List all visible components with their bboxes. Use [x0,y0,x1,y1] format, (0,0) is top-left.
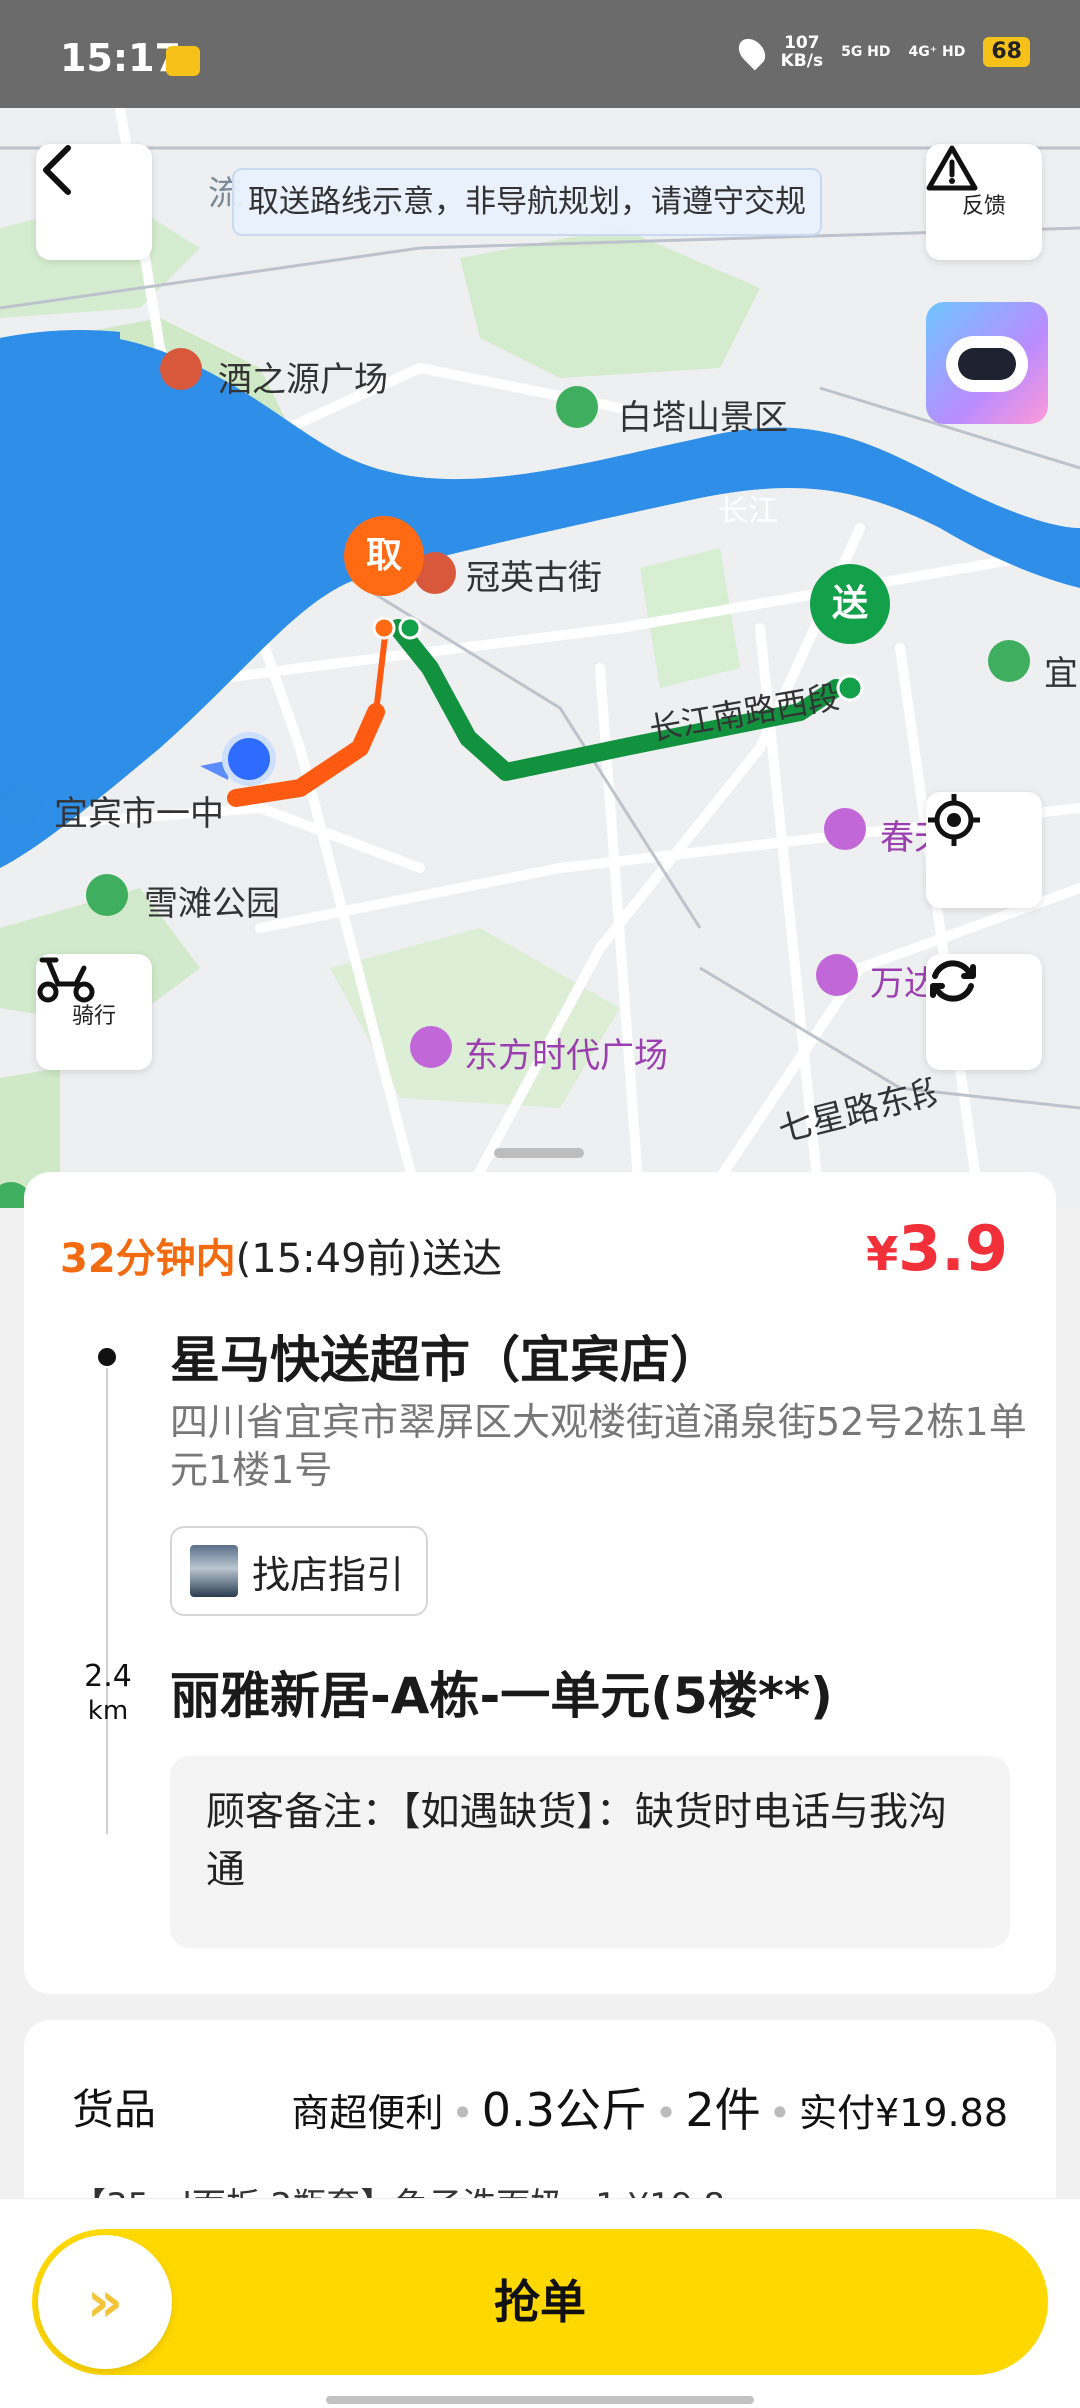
pickup-dot [98,1348,116,1366]
goods-weight: 0.3公斤 [481,2083,647,2137]
poi-icon-yizhong [0,784,42,826]
map-label-yi: 宜 [1044,654,1078,694]
poi-icon-dongfang [410,1026,452,1068]
poi-icon-wan [816,954,858,996]
map-label-baitashan: 白塔山景区 [618,398,788,438]
map-label-yibin-yizhong: 宜宾市一中 [54,794,224,834]
route-distance: 2.4 km [68,1660,148,1728]
status-icons: 107 KB/s 5G HD 4G⁺ HD 68 [733,33,1030,71]
map-label-guanying: 冠英古街 [466,558,602,598]
refresh-button[interactable] [926,954,1042,1070]
location-icon [733,33,770,71]
slider-knob[interactable]: » [38,2235,172,2369]
app-notification-icon [166,46,200,76]
double-chevron-icon: » [86,2269,124,2335]
assistant-robot-button[interactable] [926,302,1048,424]
route-map[interactable]: 流 酒之源广场 白塔山景区 长江 冠英古街 长江南路西段 宜宾市一中 雪滩公园 … [0,108,1080,1208]
warning-icon [926,145,978,191]
bottom-action-bar: 抢单 » [0,2198,1080,2408]
status-time: 15:17 [60,36,181,80]
poi-icon-yi [988,640,1030,682]
map-label-jiuzhiyuan: 酒之源广场 [218,360,388,400]
poi-icon-xuetan [86,874,128,916]
locate-icon [928,794,980,846]
route-timeline-line [106,1368,108,1834]
deliver-pin[interactable]: 送 [810,564,890,644]
order-card[interactable]: 32分钟内(15:49前)送达 ¥3.9 2.4 km 星马快送超市（宜宾店） 四… [24,1172,1056,1994]
delivery-eta: 32分钟内(15:49前)送达 [60,1226,502,1284]
refresh-icon [930,960,976,1002]
eta-rest: (15:49前)送达 [235,1236,503,1282]
sim2-signal-icon: 4G⁺ HD [908,44,966,60]
pickup-pin[interactable]: 取 [344,516,424,596]
store-photo-thumbnail [190,1545,238,1597]
goods-paid: 实付¥19.88 [799,2091,1008,2135]
customer-remark: 顾客备注：【如遇缺货】：缺货时电话与我沟通 [170,1756,1010,1948]
map-label-xuetan: 雪滩公园 [144,884,280,924]
map-label-changjiang: 长江 [718,494,778,529]
destination-address: 丽雅新居-A栋-一单元(5楼**) [170,1667,833,1725]
back-arrow-icon [43,145,71,195]
distance-value: 2.4 [84,1659,132,1694]
robot-icon [946,336,1028,392]
poi-icon-jiuzhiyuan [160,348,202,390]
status-bar: 15:17 107 KB/s 5G HD 4G⁺ HD 68 [0,0,1080,108]
map-label-chun: 春天 [880,818,928,858]
current-location-dot [222,732,276,786]
delivery-fee: ¥3.9 [866,1212,1008,1285]
poi-icon-baitashan [556,386,598,428]
grab-order-label: 抢单 [494,2275,586,2329]
map-label-wan: 万达 [870,964,926,1004]
store-guide-button[interactable]: 找店指引 [170,1526,429,1616]
price-value: 3.9 [898,1212,1008,1285]
sheet-drag-handle[interactable] [494,1148,584,1158]
scooter-icon [37,957,95,1003]
store-address: 四川省宜宾市翠屏区大观楼街道涌泉街52号2栋1单元1楼1号 [170,1400,1027,1492]
battery-icon: 68 [983,37,1030,67]
goods-summary: 商超便利 • 0.3公斤 • 2件 • 实付¥19.88 [291,2083,1008,2137]
eta-highlight: 32分钟内 [60,1236,236,1282]
ride-mode-button[interactable]: 骑行 [36,954,152,1070]
feedback-button[interactable]: 反馈 [926,144,1042,260]
network-speed: 107 KB/s [780,33,824,71]
store-guide-label: 找店指引 [252,1552,405,1597]
store-name: 星马快送超市（宜宾店） [170,1331,720,1389]
sim1-signal-icon: 5G HD [841,44,891,60]
route-notice: 取送路线示意，非导航规划，请遵守交规 [232,168,822,236]
home-indicator[interactable] [326,2396,754,2404]
grab-order-slider[interactable]: 抢单 » [32,2229,1048,2375]
price-currency: ¥ [866,1227,899,1281]
goods-count: 2件 [685,2083,761,2137]
back-button[interactable] [36,144,152,260]
poi-icon-chun [824,808,866,850]
goods-category: 商超便利 [291,2091,444,2135]
goods-title: 货品 [72,2085,157,2134]
feedback-label: 反馈 [961,194,1006,219]
map-label-dongfang: 东方时代广场 [464,1036,668,1076]
distance-unit: km [87,1696,129,1726]
locate-button[interactable] [926,792,1042,908]
